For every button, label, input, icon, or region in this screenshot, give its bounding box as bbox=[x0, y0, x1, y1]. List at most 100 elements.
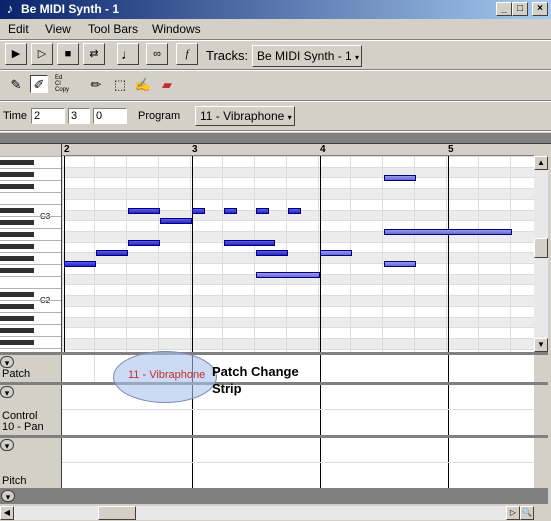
black-key[interactable] bbox=[0, 184, 34, 189]
menu-tool-bars[interactable]: Tool Bars bbox=[88, 22, 138, 36]
ruler[interactable]: 2 3 4 5 bbox=[62, 144, 534, 156]
midi-note[interactable] bbox=[256, 272, 320, 278]
black-key[interactable] bbox=[0, 304, 34, 309]
play-icon[interactable]: ▶ bbox=[5, 43, 27, 65]
highlighter-icon[interactable]: ✍ bbox=[134, 76, 152, 94]
white-key[interactable] bbox=[0, 192, 61, 193]
scroll-right-icon[interactable]: ▷ bbox=[506, 506, 520, 520]
black-key[interactable] bbox=[0, 160, 34, 165]
menu-bar: Edit View Tool Bars Windows bbox=[0, 19, 551, 39]
note-grid[interactable] bbox=[62, 156, 534, 352]
stop-icon[interactable]: ■ bbox=[57, 43, 79, 65]
ruler-mark: 4 bbox=[320, 144, 326, 155]
strip-toggle-icon[interactable]: ▾ bbox=[0, 356, 14, 368]
white-key[interactable] bbox=[0, 228, 61, 229]
black-key[interactable] bbox=[0, 256, 34, 261]
white-key[interactable] bbox=[0, 240, 61, 241]
close-icon[interactable]: × bbox=[532, 2, 548, 16]
black-key[interactable] bbox=[0, 340, 34, 345]
draw-icon[interactable]: ✏ bbox=[87, 76, 105, 94]
black-key[interactable] bbox=[0, 328, 34, 333]
midi-note[interactable] bbox=[384, 261, 416, 267]
vertical-scrollbar[interactable]: ▲ ▼ bbox=[534, 156, 548, 352]
program-dropdown[interactable]: 11 - Vibraphone ▾ bbox=[195, 106, 295, 126]
black-key[interactable] bbox=[0, 172, 34, 177]
play-from-start-icon[interactable]: ▷ bbox=[31, 43, 53, 65]
bar-line bbox=[64, 156, 65, 352]
midi-note[interactable] bbox=[128, 240, 160, 246]
white-key[interactable] bbox=[0, 336, 61, 337]
scroll-up-icon[interactable]: ▲ bbox=[534, 156, 548, 170]
bar-line bbox=[448, 355, 449, 382]
patch-change-event[interactable]: 11 - Vibraphone bbox=[128, 369, 205, 381]
loop-icon[interactable]: ⇄ bbox=[83, 43, 105, 65]
black-key[interactable] bbox=[0, 208, 34, 213]
midi-note[interactable] bbox=[64, 261, 96, 267]
pencil-tool-icon[interactable]: ✎ bbox=[7, 76, 25, 94]
eraser-pencil-icon[interactable]: ✐ bbox=[30, 75, 48, 93]
black-key[interactable] bbox=[0, 316, 34, 321]
time-bar-field[interactable]: 2 bbox=[31, 108, 65, 124]
tool-palette-icon[interactable]: Ed Cl Copy bbox=[55, 75, 69, 93]
white-key[interactable] bbox=[0, 204, 61, 205]
white-key[interactable] bbox=[0, 312, 61, 313]
menu-view[interactable]: View bbox=[45, 22, 71, 36]
menu-edit[interactable]: Edit bbox=[8, 22, 29, 36]
midi-note[interactable] bbox=[96, 250, 128, 256]
midi-note[interactable] bbox=[288, 208, 301, 214]
scroll-thumb[interactable] bbox=[534, 238, 548, 258]
select-box-icon[interactable]: ⬚ bbox=[111, 76, 129, 94]
add-strip-icon[interactable]: ▾ bbox=[1, 490, 15, 502]
function-icon[interactable]: f bbox=[176, 43, 198, 65]
black-key[interactable] bbox=[0, 220, 34, 225]
midi-note[interactable] bbox=[256, 208, 269, 214]
minimize-icon[interactable]: _ bbox=[496, 2, 512, 16]
white-key[interactable] bbox=[0, 252, 61, 253]
eraser-icon[interactable]: ▰ bbox=[158, 76, 176, 94]
white-key[interactable] bbox=[0, 180, 61, 181]
midi-note[interactable] bbox=[384, 175, 416, 181]
bar-line bbox=[448, 385, 449, 435]
horizontal-scrollbar[interactable] bbox=[14, 506, 534, 520]
pitch-strip[interactable] bbox=[62, 438, 534, 488]
metronome-note-icon[interactable]: ♩ bbox=[117, 43, 139, 65]
white-key[interactable] bbox=[0, 276, 61, 277]
strip-toggle-icon[interactable]: ▾ bbox=[0, 439, 14, 451]
zoom-icon[interactable]: 🔍 bbox=[520, 506, 534, 520]
black-key[interactable] bbox=[0, 244, 34, 249]
white-key[interactable] bbox=[0, 288, 61, 289]
bar-line bbox=[320, 438, 321, 488]
white-key[interactable] bbox=[0, 216, 61, 217]
black-key[interactable] bbox=[0, 232, 34, 237]
midi-note[interactable] bbox=[192, 208, 205, 214]
scroll-left-icon[interactable]: ◀ bbox=[0, 506, 14, 520]
time-tick-field[interactable]: 0 bbox=[93, 108, 127, 124]
midi-note[interactable] bbox=[384, 229, 512, 235]
scroll-down-icon[interactable]: ▼ bbox=[534, 338, 548, 352]
piano-keyboard[interactable]: C3 C2 bbox=[0, 156, 62, 352]
loop-record-icon[interactable]: ∞ bbox=[146, 43, 168, 65]
pan-strip-label: ▾ Control 10 - Pan bbox=[0, 385, 62, 435]
midi-note[interactable] bbox=[256, 250, 288, 256]
black-key[interactable] bbox=[0, 268, 34, 273]
time-beat-field[interactable]: 3 bbox=[68, 108, 90, 124]
white-key[interactable] bbox=[0, 348, 61, 349]
tracks-dropdown[interactable]: Be MIDI Synth - 1 ▾ bbox=[252, 45, 362, 67]
white-key[interactable] bbox=[0, 168, 61, 169]
midi-note[interactable] bbox=[224, 208, 237, 214]
white-key[interactable] bbox=[0, 324, 61, 325]
midi-note[interactable] bbox=[224, 240, 276, 246]
maximize-icon[interactable]: □ bbox=[512, 2, 528, 16]
scroll-thumb[interactable] bbox=[98, 506, 136, 520]
midi-note[interactable] bbox=[160, 218, 192, 224]
midi-note[interactable] bbox=[128, 208, 160, 214]
menu-windows[interactable]: Windows bbox=[152, 22, 201, 36]
black-key[interactable] bbox=[0, 292, 34, 297]
strip-toggle-icon[interactable]: ▾ bbox=[0, 386, 14, 398]
white-key[interactable] bbox=[0, 300, 61, 301]
white-key[interactable] bbox=[0, 264, 61, 265]
bar-line bbox=[192, 438, 193, 488]
grid-line bbox=[478, 156, 479, 352]
midi-note[interactable] bbox=[320, 250, 352, 256]
white-key[interactable] bbox=[0, 156, 61, 157]
